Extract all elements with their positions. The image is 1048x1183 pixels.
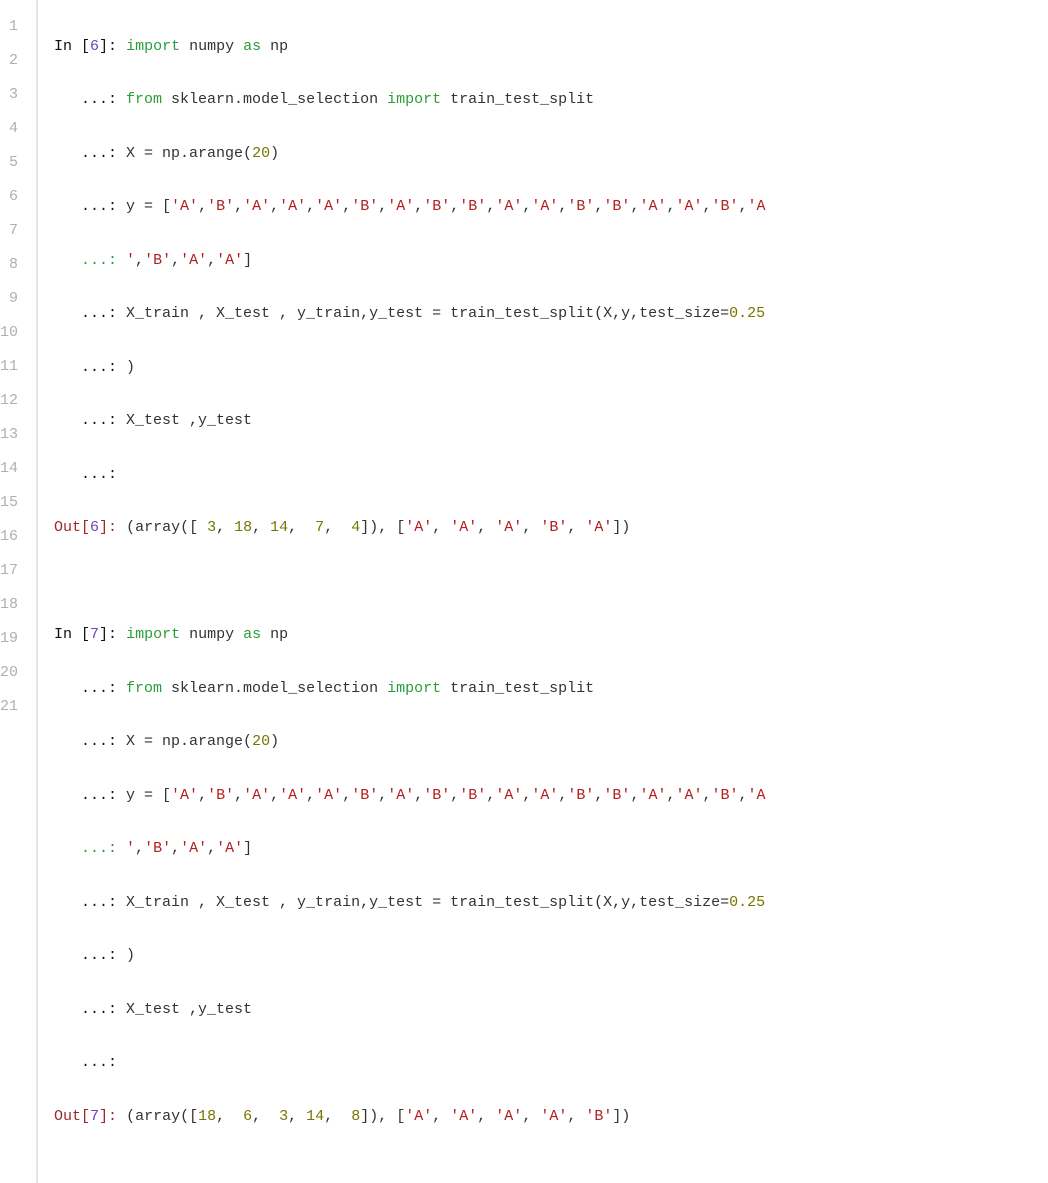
line-number-gutter: 1 2 3 4 5 6 7 8 9 10 11 12 13 14 15 16 1… xyxy=(0,0,38,1183)
line-number: 16 xyxy=(0,520,28,554)
code-line: In [6]: import numpy as np xyxy=(54,30,1036,64)
code-line: ...: X_test ,y_test xyxy=(54,993,1036,1027)
line-number: 4 xyxy=(0,112,28,146)
line-number: 2 xyxy=(0,44,28,78)
line-number: 17 xyxy=(0,554,28,588)
line-number: 13 xyxy=(0,418,28,452)
code-line: ...: from sklearn.model_selection import… xyxy=(54,83,1036,117)
code-line: ...: from sklearn.model_selection import… xyxy=(54,672,1036,706)
line-number: 5 xyxy=(0,146,28,180)
code-line: ...: ','B','A','A'] xyxy=(54,244,1036,278)
line-number: 9 xyxy=(0,282,28,316)
line-number: 8 xyxy=(0,248,28,282)
code-content: In [6]: import numpy as np ...: from skl… xyxy=(38,0,1048,1183)
code-line xyxy=(54,565,1036,599)
line-number: 20 xyxy=(0,656,28,690)
line-number: 10 xyxy=(0,316,28,350)
line-number: 15 xyxy=(0,486,28,520)
code-line: ...: X = np.arange(20) xyxy=(54,137,1036,171)
code-line: In [7]: import numpy as np xyxy=(54,618,1036,652)
code-line: ...: X_train , X_test , y_train,y_test =… xyxy=(54,886,1036,920)
code-line: ...: X = np.arange(20) xyxy=(54,725,1036,759)
code-line: Out[6]: (array([ 3, 18, 14, 7, 4]), ['A'… xyxy=(54,511,1036,545)
code-line: ...: ) xyxy=(54,939,1036,973)
code-line: ...: xyxy=(54,458,1036,492)
line-number: 11 xyxy=(0,350,28,384)
line-number: 6 xyxy=(0,180,28,214)
code-line: ...: y = ['A','B','A','A','A','B','A','B… xyxy=(54,190,1036,224)
code-block: 1 2 3 4 5 6 7 8 9 10 11 12 13 14 15 16 1… xyxy=(0,0,1048,1183)
code-line: ...: ) xyxy=(54,351,1036,385)
line-number: 12 xyxy=(0,384,28,418)
code-line: ...: xyxy=(54,1046,1036,1080)
code-line: ...: ','B','A','A'] xyxy=(54,832,1036,866)
code-line: ...: y = ['A','B','A','A','A','B','A','B… xyxy=(54,779,1036,813)
line-number: 14 xyxy=(0,452,28,486)
line-number: 18 xyxy=(0,588,28,622)
code-line: ...: X_test ,y_test xyxy=(54,404,1036,438)
line-number: 19 xyxy=(0,622,28,656)
code-line: Out[7]: (array([18, 6, 3, 14, 8]), ['A',… xyxy=(54,1100,1036,1134)
line-number: 3 xyxy=(0,78,28,112)
line-number: 1 xyxy=(0,10,28,44)
code-line: ...: X_train , X_test , y_train,y_test =… xyxy=(54,297,1036,331)
line-number: 21 xyxy=(0,690,28,724)
line-number: 7 xyxy=(0,214,28,248)
